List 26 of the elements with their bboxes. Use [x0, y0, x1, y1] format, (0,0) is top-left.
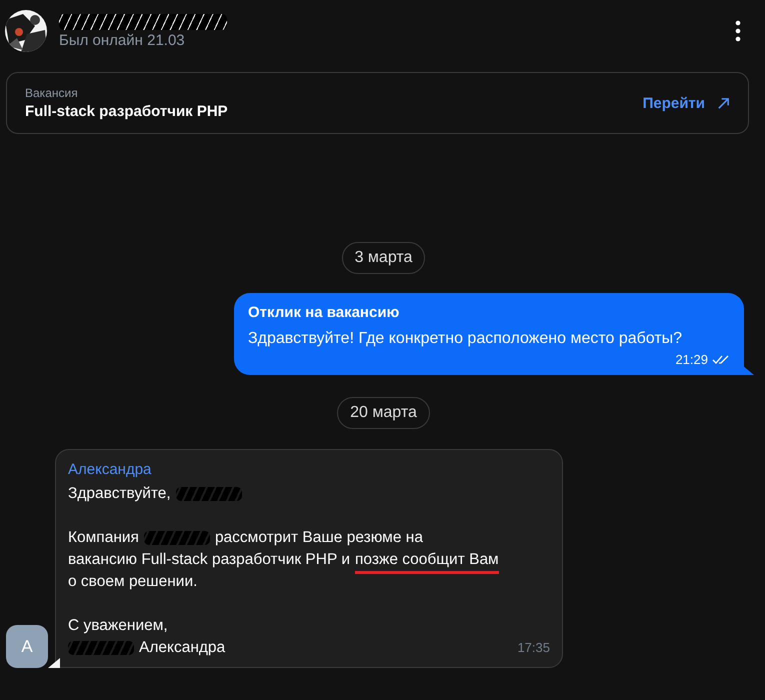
vacancy-label: Вакансия	[25, 86, 79, 100]
date-pill: 20 марта	[337, 397, 430, 429]
redaction-scribble	[176, 487, 242, 501]
arrow-icon	[717, 96, 730, 110]
message-text: позже сообщит Вам	[355, 549, 499, 571]
last-seen-status: Был онлайн 21.03	[59, 32, 186, 48]
message-text: С уважением,	[68, 616, 168, 636]
message-time: 17:35	[517, 639, 550, 657]
more-options-icon[interactable]	[735, 20, 741, 42]
avatar: А	[6, 625, 48, 668]
message-text: Александра	[139, 638, 226, 658]
message-text: Компания	[68, 528, 139, 548]
date-pill: 3 марта	[342, 242, 426, 274]
message-text: Здравствуйте,	[68, 484, 171, 504]
redaction-scribble	[144, 531, 210, 545]
vacancy-title: Full-stack разработчик PHP	[25, 103, 228, 120]
redaction-scribble	[68, 641, 134, 655]
message-text: Здравствуйте! Где конкретно расположено место работы?	[248, 330, 684, 348]
message-title: Отклик на вакансию	[248, 304, 400, 321]
message-text: о своем решении.	[68, 572, 198, 592]
message-time: 21:29	[675, 352, 708, 367]
go-link[interactable]: Перейти	[642, 94, 730, 112]
message-text: вакансию Full-stack разработчик PHP и	[68, 550, 350, 570]
bubble-tail	[48, 658, 60, 668]
message-text: рассмотрит Ваше резюме на	[214, 528, 423, 548]
sender-name: Александра	[68, 460, 152, 480]
